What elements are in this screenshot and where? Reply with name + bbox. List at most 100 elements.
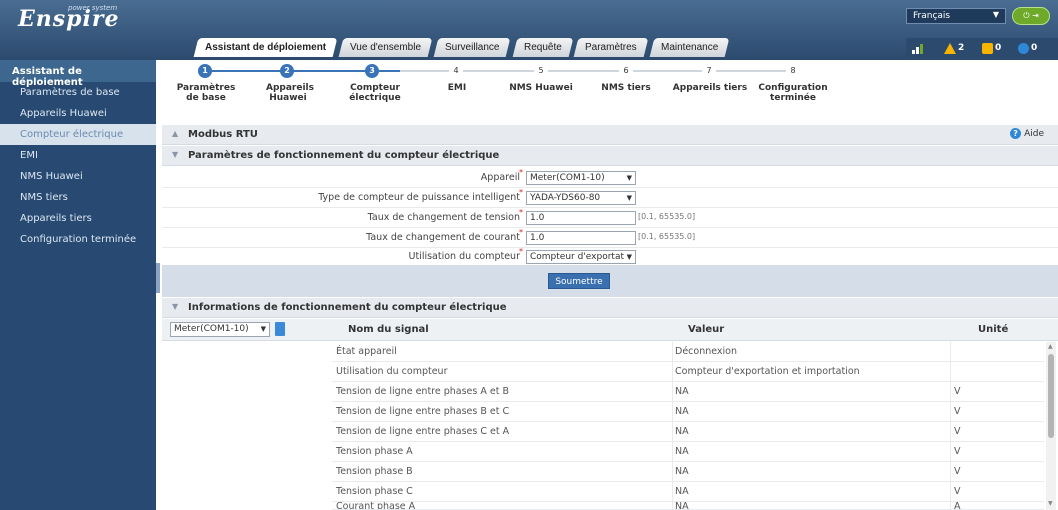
sidebar-item-meter[interactable]: Compteur électrique (0, 124, 156, 145)
signal-icon (912, 42, 926, 54)
form-row-device: Appareil * Meter(COM1-10) ▼ (162, 168, 1058, 188)
table-row: État appareil Déconnexion (332, 342, 1044, 362)
table-row: Utilisation du compteur Compteur d'export… (332, 362, 1044, 382)
chevron-down-icon: ▼ (992, 10, 999, 19)
step-7-label: Appareils tiers (672, 83, 748, 93)
step-8-dot: 8 (786, 64, 800, 78)
current-ratio-range: [0.1, 65535.0] (638, 232, 696, 241)
step-7-dot: 7 (702, 64, 716, 78)
chevron-down-icon: ▼ (626, 253, 632, 261)
info-device-select[interactable]: Meter(COM1-10) ▼ (170, 322, 270, 337)
step-line (287, 70, 372, 72)
sidebar-item-third-party-devices[interactable]: Appareils tiers (0, 208, 156, 229)
current-ratio-input[interactable]: 1.0 (526, 231, 636, 245)
chevron-up-icon: ▲ (172, 129, 179, 138)
info-dot-icon (1018, 42, 1029, 54)
tab-assistant[interactable]: Assistant de déploiement (193, 38, 338, 57)
scroll-down-icon[interactable]: ▼ (1048, 500, 1053, 507)
language-value: Français (913, 11, 951, 21)
voltage-ratio-label: Taux de changement de tension (367, 212, 520, 223)
table-row: Tension de ligne entre phases C et A NA V (332, 422, 1044, 442)
col-value: Valeur (688, 324, 725, 335)
info-section-header[interactable]: ▼ Informations de fonctionnement du comp… (162, 298, 1058, 318)
col-unit: Unité (978, 324, 1009, 335)
form-row-meter-usage: Utilisation du compteur * Compteur d'exp… (162, 247, 1058, 267)
meter-usage-label: Utilisation du compteur (408, 251, 520, 262)
table-row: Tension phase B NA V (332, 462, 1044, 482)
step-1-dot: 1 (198, 64, 212, 78)
sidebar-item-config-done[interactable]: Configuration terminée (0, 229, 156, 250)
current-ratio-label: Taux de changement de courant (366, 232, 520, 243)
step-6-dot: 6 (619, 64, 633, 78)
modbus-section-header[interactable]: ▲ Modbus RTU ? Aide (162, 125, 1058, 145)
required-marker: * (519, 188, 523, 197)
meter-usage-select[interactable]: Compteur d'exportat ▼ (526, 250, 636, 264)
voltage-ratio-range: [0.1, 65535.0] (638, 212, 696, 221)
main-nav: Assistant de déploiement Vue d'ensemble … (193, 38, 733, 58)
step-line (205, 70, 287, 72)
params-section-header[interactable]: ▼ Paramètres de fonctionnement du compte… (162, 146, 1058, 166)
device-select[interactable]: Meter(COM1-10) ▼ (526, 171, 636, 185)
required-marker: * (519, 208, 523, 217)
sidebar-item-nms-third-party[interactable]: NMS tiers (0, 187, 156, 208)
required-marker: * (519, 247, 523, 256)
chevron-down-icon: ▼ (172, 302, 179, 311)
chevron-down-icon: ▼ (626, 174, 632, 182)
warning-icon (944, 42, 956, 54)
table-row: Tension de ligne entre phases A et B NA V (332, 382, 1044, 402)
table-scrollbar[interactable]: ▲ ▼ (1046, 342, 1056, 510)
alarm-square-icon (982, 42, 993, 54)
params-title: Paramètres de fonctionnement du compteur… (188, 150, 500, 161)
meter-type-label: Type de compteur de puissance intelligen… (318, 192, 520, 203)
device-label: Appareil (480, 172, 520, 183)
wizard-steps: 1 2 3 4 5 6 7 8 Paramètres de base Appar… (162, 60, 1058, 122)
major-alarm[interactable]: 2 (944, 41, 964, 55)
tab-monitoring[interactable]: Surveillance (433, 38, 512, 57)
tab-overview[interactable]: Vue d'ensemble (338, 38, 433, 57)
sidebar-item-emi[interactable]: EMI (0, 145, 156, 166)
minor-alarm[interactable]: 0 (982, 41, 1001, 55)
step-1-label: Paramètres de base (176, 83, 236, 103)
info-title: Informations de fonctionnement du compte… (188, 302, 507, 313)
export-icon[interactable] (275, 322, 285, 336)
table-header: Meter(COM1-10) ▼ Nom du signal Valeur Uni… (162, 319, 1058, 341)
step-4-label: EMI (447, 83, 467, 93)
sidebar-collapse-handle[interactable] (156, 263, 160, 293)
required-marker: * (519, 228, 523, 237)
step-8-label: Configuration terminée (758, 83, 828, 103)
chevron-down-icon: ▼ (172, 150, 179, 159)
col-signal-name: Nom du signal (348, 324, 429, 335)
step-2-label: Appareils Huawei (266, 83, 314, 103)
help-icon: ? (1010, 128, 1022, 139)
alarm-bar: 2 0 0 (906, 38, 1058, 58)
step-3-dot: 3 (365, 64, 379, 78)
meter-type-select[interactable]: YADA-YDS60-80 ▼ (526, 191, 636, 205)
help-link[interactable]: ? Aide (1010, 128, 1044, 139)
voltage-ratio-input[interactable]: 1.0 (526, 211, 636, 225)
form-row-current-ratio: Taux de changement de courant * 1.0 [0.1… (162, 228, 1058, 248)
tab-query[interactable]: Requête (512, 38, 573, 57)
sidebar: Assistant de déploiement Paramètres de b… (0, 60, 156, 510)
chevron-down-icon: ▼ (626, 194, 632, 202)
submit-area: Soumettre (162, 265, 1058, 297)
app-header: Enspire power system Français ▼ ⏻ ⇥ Assi… (0, 0, 1058, 60)
submit-button[interactable]: Soumettre (548, 273, 610, 289)
tab-settings[interactable]: Paramètres (574, 38, 649, 57)
scroll-thumb[interactable] (1048, 354, 1054, 438)
info-alarm[interactable]: 0 (1018, 41, 1037, 55)
form-row-voltage-ratio: Taux de changement de tension * 1.0 [0.1… (162, 208, 1058, 228)
sidebar-title: Assistant de déploiement (0, 60, 156, 88)
logout-button[interactable]: ⏻ ⇥ (1012, 7, 1050, 25)
scroll-up-icon[interactable]: ▲ (1048, 343, 1053, 350)
logo-subtitle: power system (68, 4, 118, 12)
modbus-title: Modbus RTU (188, 129, 258, 140)
language-select[interactable]: Français ▼ (906, 8, 1006, 24)
sidebar-item-nms-huawei[interactable]: NMS Huawei (0, 166, 156, 187)
table-row: Tension de ligne entre phases B et C NA V (332, 402, 1044, 422)
chevron-down-icon: ▼ (260, 325, 266, 333)
step-5-dot: 5 (534, 64, 548, 78)
sidebar-item-huawei-devices[interactable]: Appareils Huawei (0, 103, 156, 124)
step-5-label: NMS Huawei (509, 83, 573, 93)
tab-maintenance[interactable]: Maintenance (649, 38, 730, 57)
step-6-label: NMS tiers (601, 83, 651, 93)
